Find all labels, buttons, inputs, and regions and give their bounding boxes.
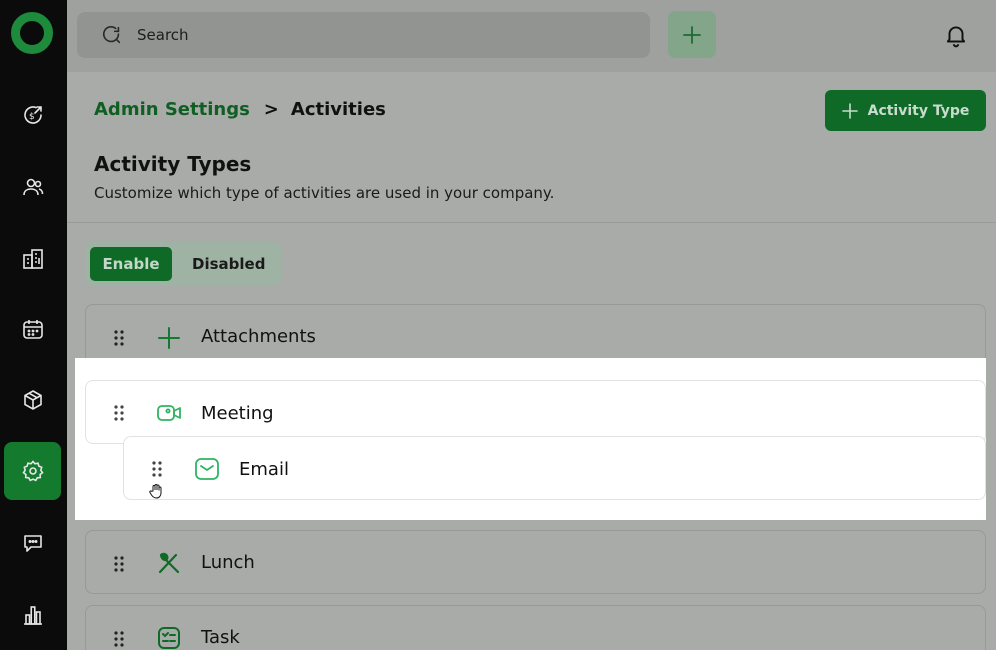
task-list-icon [158, 627, 180, 649]
activity-row-lunch[interactable]: Lunch [85, 530, 986, 594]
activity-label: Attachments [201, 326, 316, 347]
reports-chart-icon [23, 606, 42, 625]
sidebar-item-messages[interactable] [4, 514, 61, 572]
hand-cursor-icon [149, 484, 162, 499]
sidebar-item-contacts[interactable] [4, 158, 61, 216]
top-bar: Search [67, 0, 996, 72]
quick-add-button[interactable] [668, 11, 716, 58]
add-activity-type-button[interactable]: Activity Type [825, 90, 986, 131]
sidebar-item-products[interactable] [4, 371, 61, 429]
sidebar-item-reports[interactable] [4, 586, 61, 644]
plus-icon [841, 102, 858, 119]
sidebar-item-settings[interactable] [4, 442, 61, 500]
toggle-disabled[interactable]: Disabled [192, 247, 265, 281]
activity-row-email-dragging[interactable]: Email [123, 436, 986, 500]
drag-handle-icon[interactable] [113, 329, 125, 347]
drag-handle-icon[interactable] [113, 630, 125, 648]
breadcrumb-separator: > [263, 99, 279, 120]
page-title: Activity Types [94, 152, 252, 176]
drag-handle-icon[interactable] [113, 555, 125, 573]
bell-icon[interactable] [943, 22, 969, 48]
drag-highlight-area: Meeting Email [75, 358, 986, 520]
activity-row-task[interactable]: Task [85, 605, 986, 650]
status-toggle: Enable Disabled [86, 242, 281, 286]
divider [67, 222, 996, 223]
products-box-icon [23, 390, 42, 410]
breadcrumb-admin-settings[interactable]: Admin Settings [94, 99, 250, 120]
chat-icon [23, 535, 42, 552]
sidebar-item-calendar[interactable] [4, 300, 61, 358]
activity-label: Meeting [201, 403, 274, 424]
add-activity-type-label: Activity Type [867, 102, 970, 119]
sidebar-item-companies[interactable] [4, 230, 61, 288]
drag-handle-icon[interactable] [113, 404, 125, 422]
svg-text:$: $ [29, 112, 35, 122]
money-transfer-icon: $ [23, 106, 42, 124]
contacts-icon [22, 178, 43, 196]
utensils-icon [158, 552, 180, 574]
companies-icon [22, 249, 43, 269]
search-placeholder: Search [137, 26, 189, 44]
search-input[interactable]: Search [77, 12, 650, 58]
breadcrumb: Admin Settings > Activities [94, 99, 386, 120]
plus-icon [158, 327, 180, 349]
search-icon [103, 25, 121, 44]
sidebar-item-deals[interactable]: $ [4, 86, 61, 144]
activity-row-meeting[interactable]: Meeting [85, 380, 986, 444]
calendar-icon [22, 320, 43, 339]
settings-gear-icon [21, 460, 44, 482]
activity-label: Email [239, 459, 289, 480]
sidebar: $ [0, 0, 67, 650]
activity-label: Lunch [201, 552, 255, 573]
toggle-enable[interactable]: Enable [90, 247, 172, 281]
page-subtitle: Customize which type of activities are u… [94, 184, 555, 202]
video-camera-icon [157, 405, 181, 421]
drag-handle-icon[interactable] [151, 460, 163, 478]
breadcrumb-current: Activities [290, 99, 386, 120]
plus-icon [683, 25, 701, 44]
activity-label: Task [201, 627, 240, 648]
email-icon [195, 458, 219, 480]
app-logo[interactable] [11, 12, 53, 54]
